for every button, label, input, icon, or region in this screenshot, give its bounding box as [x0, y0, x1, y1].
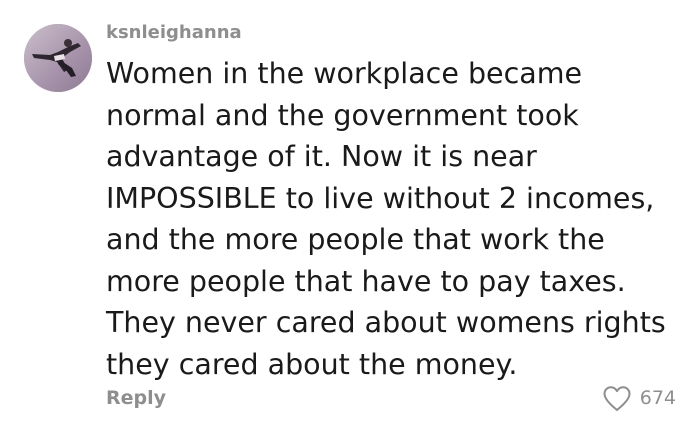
like-button[interactable]: 674	[602, 382, 676, 414]
comment-username[interactable]: ksnleighanna	[106, 22, 242, 44]
like-count: 674	[639, 387, 676, 409]
reply-button[interactable]: Reply	[106, 386, 166, 410]
comment-text: Women in the workplace became normal and…	[106, 57, 666, 381]
comment-card: ksnleighanna Women in the workplace beca…	[0, 0, 700, 430]
avatar-photo	[24, 24, 92, 92]
heart-icon[interactable]	[602, 385, 632, 412]
avatar[interactable]	[24, 24, 92, 92]
